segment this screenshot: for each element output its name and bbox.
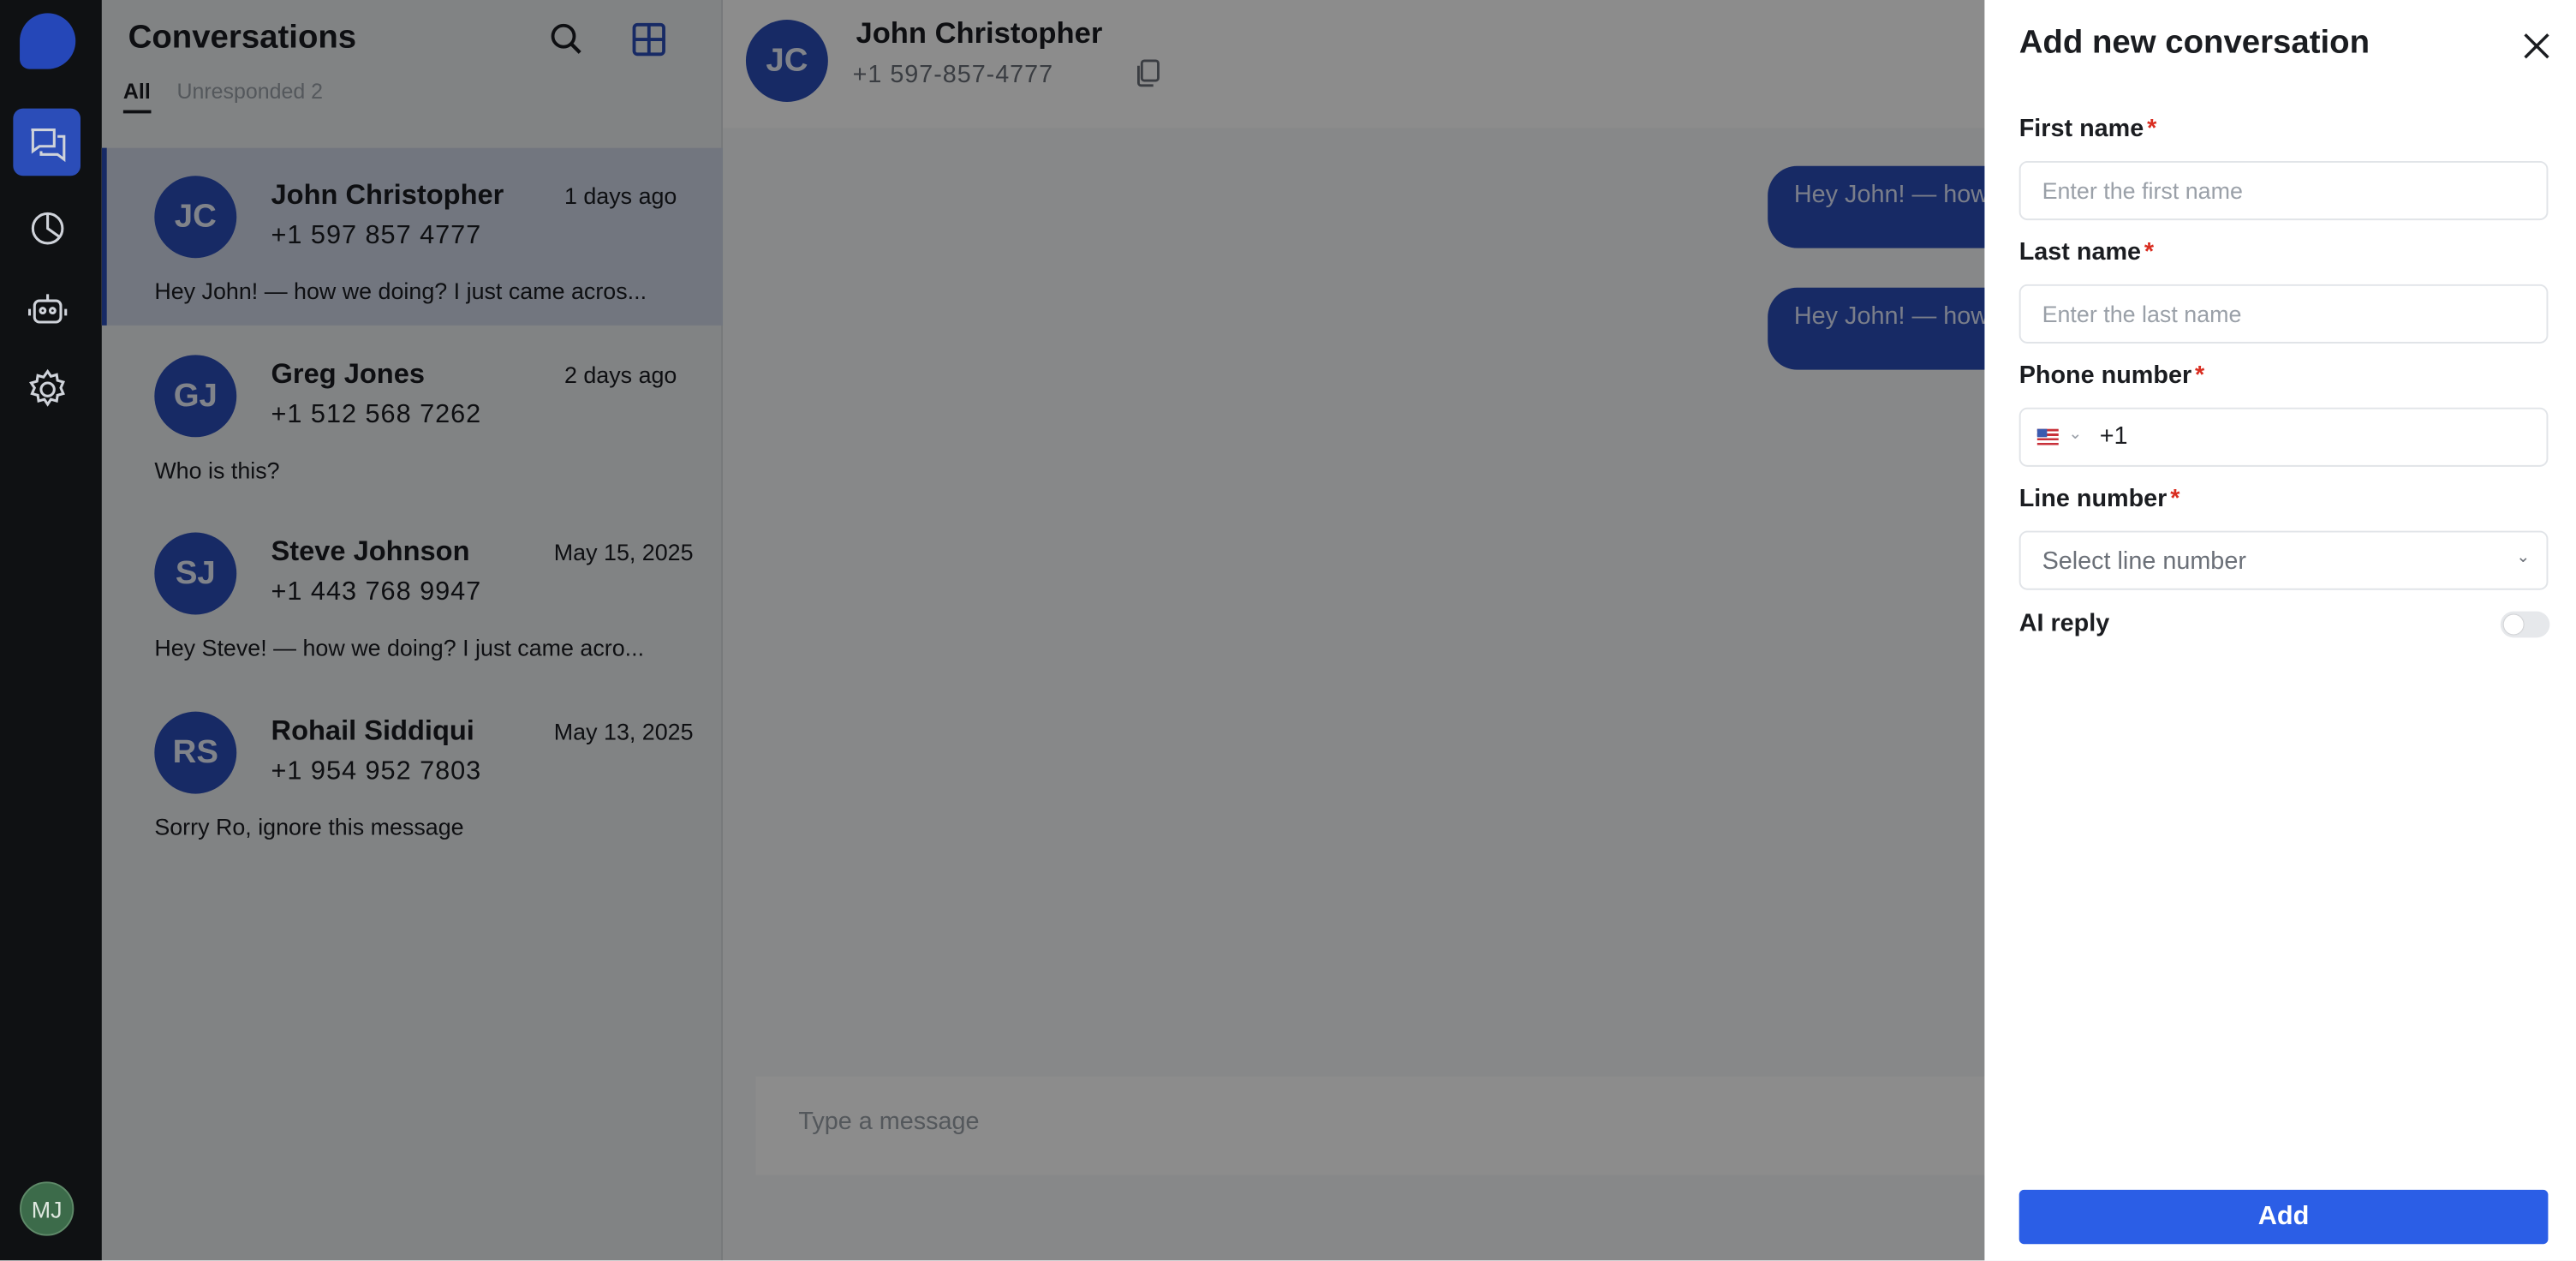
last-name-label: Last name * [2019,238,2154,266]
gear-icon [28,368,64,406]
required-marker: * [2144,238,2155,266]
phone-country-code: +1 [2099,422,2128,451]
line-number-label-text: Line number [2018,484,2168,513]
phone-number-label-text: Phone number [2018,362,2192,390]
add-button[interactable]: Add [2018,1189,2549,1245]
last-name-field[interactable] [2018,284,2549,344]
required-marker: * [2147,115,2157,143]
nav-analytics[interactable] [13,192,80,260]
drawer-title: Add new conversation [2018,24,2370,61]
toggle-knob [2503,614,2524,635]
app-rail: MJ [0,0,102,1261]
first-name-label: First name * [2019,115,2157,143]
ai-reply-label: AI reply [2018,609,2110,638]
first-name-label-text: First name [2018,115,2144,143]
analytics-icon [30,211,63,244]
robot-icon [27,293,67,323]
phone-number-label: Phone number * [2019,362,2205,390]
nav-settings[interactable] [13,355,80,422]
required-marker: * [2170,484,2180,513]
last-name-label-text: Last name [2018,238,2142,266]
user-avatar[interactable]: MJ [20,1181,75,1236]
phone-number-field[interactable]: ⌄ +1 [2018,407,2549,467]
chevron-down-icon: ⌄ [2516,548,2531,567]
modal-overlay[interactable] [101,0,1985,1261]
line-number-label: Line number * [2019,485,2180,513]
add-conversation-drawer: Add new conversation First name* Last na… [1984,0,2576,1261]
line-number-select[interactable]: Select line number ⌄ [2018,530,2549,590]
nav-conversations[interactable] [13,108,81,176]
app-logo[interactable] [20,13,76,69]
us-flag-icon[interactable] [2036,428,2059,445]
ai-reply-toggle[interactable] [2500,611,2550,638]
nav-ai-agent[interactable] [13,274,80,342]
chat-icon [30,128,65,162]
first-name-field[interactable] [2018,161,2549,221]
line-number-placeholder: Select line number [2042,547,2246,576]
required-marker: * [2195,362,2205,390]
chevron-down-icon[interactable]: ⌄ [2068,426,2082,444]
close-icon[interactable] [2520,30,2553,63]
